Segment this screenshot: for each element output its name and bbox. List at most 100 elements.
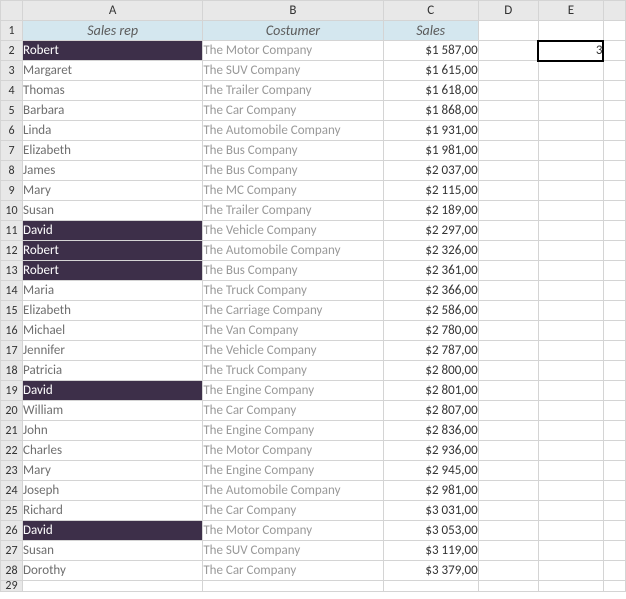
col-header-E[interactable]: E: [538, 1, 603, 21]
row-header[interactable]: 18: [1, 361, 23, 381]
cell-empty[interactable]: [478, 81, 538, 101]
header-sales[interactable]: Sales: [383, 21, 478, 41]
cell-partial[interactable]: [603, 381, 625, 401]
col-header-B[interactable]: B: [203, 1, 383, 21]
row-header[interactable]: 17: [1, 341, 23, 361]
cell-partial[interactable]: [603, 521, 625, 541]
cell-empty[interactable]: [478, 261, 538, 281]
cell-E8[interactable]: [538, 161, 603, 181]
cell-E19[interactable]: [538, 381, 603, 401]
cell-E3[interactable]: [538, 61, 603, 81]
cell-sales[interactable]: $1 868,00: [383, 101, 478, 121]
cell-costumer[interactable]: The Engine Company: [203, 381, 383, 401]
cell-sales-rep[interactable]: Dorothy: [23, 561, 203, 581]
cell-empty[interactable]: [478, 61, 538, 81]
cell-costumer[interactable]: The Trailer Company: [203, 81, 383, 101]
cell-sales[interactable]: $2 981,00: [383, 481, 478, 501]
cell-sales[interactable]: $1 587,00: [383, 41, 478, 61]
cell-D1[interactable]: [478, 21, 538, 41]
cell-partial[interactable]: [603, 41, 625, 61]
cell-sales-rep[interactable]: David: [23, 521, 203, 541]
cell-sales-rep[interactable]: Mary: [23, 461, 203, 481]
cell-partial[interactable]: [603, 421, 625, 441]
cell-empty[interactable]: [23, 581, 203, 592]
cell-sales[interactable]: $2 586,00: [383, 301, 478, 321]
cell-empty[interactable]: [478, 41, 538, 61]
cell-sales-rep[interactable]: Barbara: [23, 101, 203, 121]
row-header[interactable]: 20: [1, 401, 23, 421]
cell-E27[interactable]: [538, 541, 603, 561]
cell-partial[interactable]: [603, 501, 625, 521]
select-all-corner[interactable]: [1, 1, 23, 21]
cell-sales-rep[interactable]: Michael: [23, 321, 203, 341]
cell-sales-rep[interactable]: David: [23, 381, 203, 401]
row-header[interactable]: 2: [1, 41, 23, 61]
cell-empty[interactable]: [478, 321, 538, 341]
cell-costumer[interactable]: The SUV Company: [203, 541, 383, 561]
cell-sales[interactable]: $1 618,00: [383, 81, 478, 101]
row-header[interactable]: 25: [1, 501, 23, 521]
cell-partial[interactable]: [603, 121, 625, 141]
cell-sales-rep[interactable]: Margaret: [23, 61, 203, 81]
row-header[interactable]: 9: [1, 181, 23, 201]
cell-F1[interactable]: [603, 21, 625, 41]
cell-sales-rep[interactable]: John: [23, 421, 203, 441]
cell-sales-rep[interactable]: David: [23, 221, 203, 241]
cell-partial[interactable]: [603, 481, 625, 501]
row-header[interactable]: 21: [1, 421, 23, 441]
cell-costumer[interactable]: The Car Company: [203, 501, 383, 521]
cell-costumer[interactable]: The Car Company: [203, 101, 383, 121]
cell-sales-rep[interactable]: Joseph: [23, 481, 203, 501]
cell-sales[interactable]: $2 801,00: [383, 381, 478, 401]
cell-costumer[interactable]: The Engine Company: [203, 461, 383, 481]
cell-sales[interactable]: $2 297,00: [383, 221, 478, 241]
cell-sales-rep[interactable]: Robert: [23, 41, 203, 61]
header-sales-rep[interactable]: Sales rep: [23, 21, 203, 41]
cell-costumer[interactable]: The Automobile Company: [203, 241, 383, 261]
cell-empty[interactable]: [478, 221, 538, 241]
cell-sales[interactable]: $2 787,00: [383, 341, 478, 361]
cell-costumer[interactable]: The Vehicle Company: [203, 221, 383, 241]
cell-sales-rep[interactable]: Susan: [23, 201, 203, 221]
cell-partial[interactable]: [603, 341, 625, 361]
row-header[interactable]: 19: [1, 381, 23, 401]
cell-E24[interactable]: [538, 481, 603, 501]
cell-sales[interactable]: $1 981,00: [383, 141, 478, 161]
cell-partial[interactable]: [603, 301, 625, 321]
cell-E5[interactable]: [538, 101, 603, 121]
cell-sales[interactable]: $2 807,00: [383, 401, 478, 421]
cell-costumer[interactable]: The Truck Company: [203, 281, 383, 301]
row-header[interactable]: 15: [1, 301, 23, 321]
cell-sales[interactable]: $2 037,00: [383, 161, 478, 181]
cell-costumer[interactable]: The Trailer Company: [203, 201, 383, 221]
spreadsheet-grid[interactable]: A B C D E 1 Sales rep Costumer Sales 2Ro…: [0, 0, 626, 592]
cell-E7[interactable]: [538, 141, 603, 161]
cell-partial[interactable]: [603, 561, 625, 581]
cell-sales[interactable]: $2 326,00: [383, 241, 478, 261]
row-header[interactable]: 23: [1, 461, 23, 481]
col-header-A[interactable]: A: [23, 1, 203, 21]
cell-costumer[interactable]: The Engine Company: [203, 421, 383, 441]
col-header-partial[interactable]: [603, 1, 625, 21]
cell-sales[interactable]: $1 615,00: [383, 61, 478, 81]
row-header[interactable]: 24: [1, 481, 23, 501]
cell-empty[interactable]: [478, 301, 538, 321]
row-header-1[interactable]: 1: [1, 21, 23, 41]
cell-partial[interactable]: [603, 81, 625, 101]
cell-partial[interactable]: [603, 321, 625, 341]
cell-empty[interactable]: [478, 401, 538, 421]
cell-empty[interactable]: [478, 541, 538, 561]
cell-sales[interactable]: $2 115,00: [383, 181, 478, 201]
header-costumer[interactable]: Costumer: [203, 21, 383, 41]
cell-sales-rep[interactable]: Thomas: [23, 81, 203, 101]
cell-E12[interactable]: [538, 241, 603, 261]
cell-E20[interactable]: [538, 401, 603, 421]
cell-costumer[interactable]: The Automobile Company: [203, 481, 383, 501]
row-header[interactable]: 7: [1, 141, 23, 161]
row-header[interactable]: 10: [1, 201, 23, 221]
row-header[interactable]: 14: [1, 281, 23, 301]
cell-empty[interactable]: [478, 481, 538, 501]
cell-E18[interactable]: [538, 361, 603, 381]
cell-sales-rep[interactable]: Linda: [23, 121, 203, 141]
cell-sales[interactable]: $3 379,00: [383, 561, 478, 581]
